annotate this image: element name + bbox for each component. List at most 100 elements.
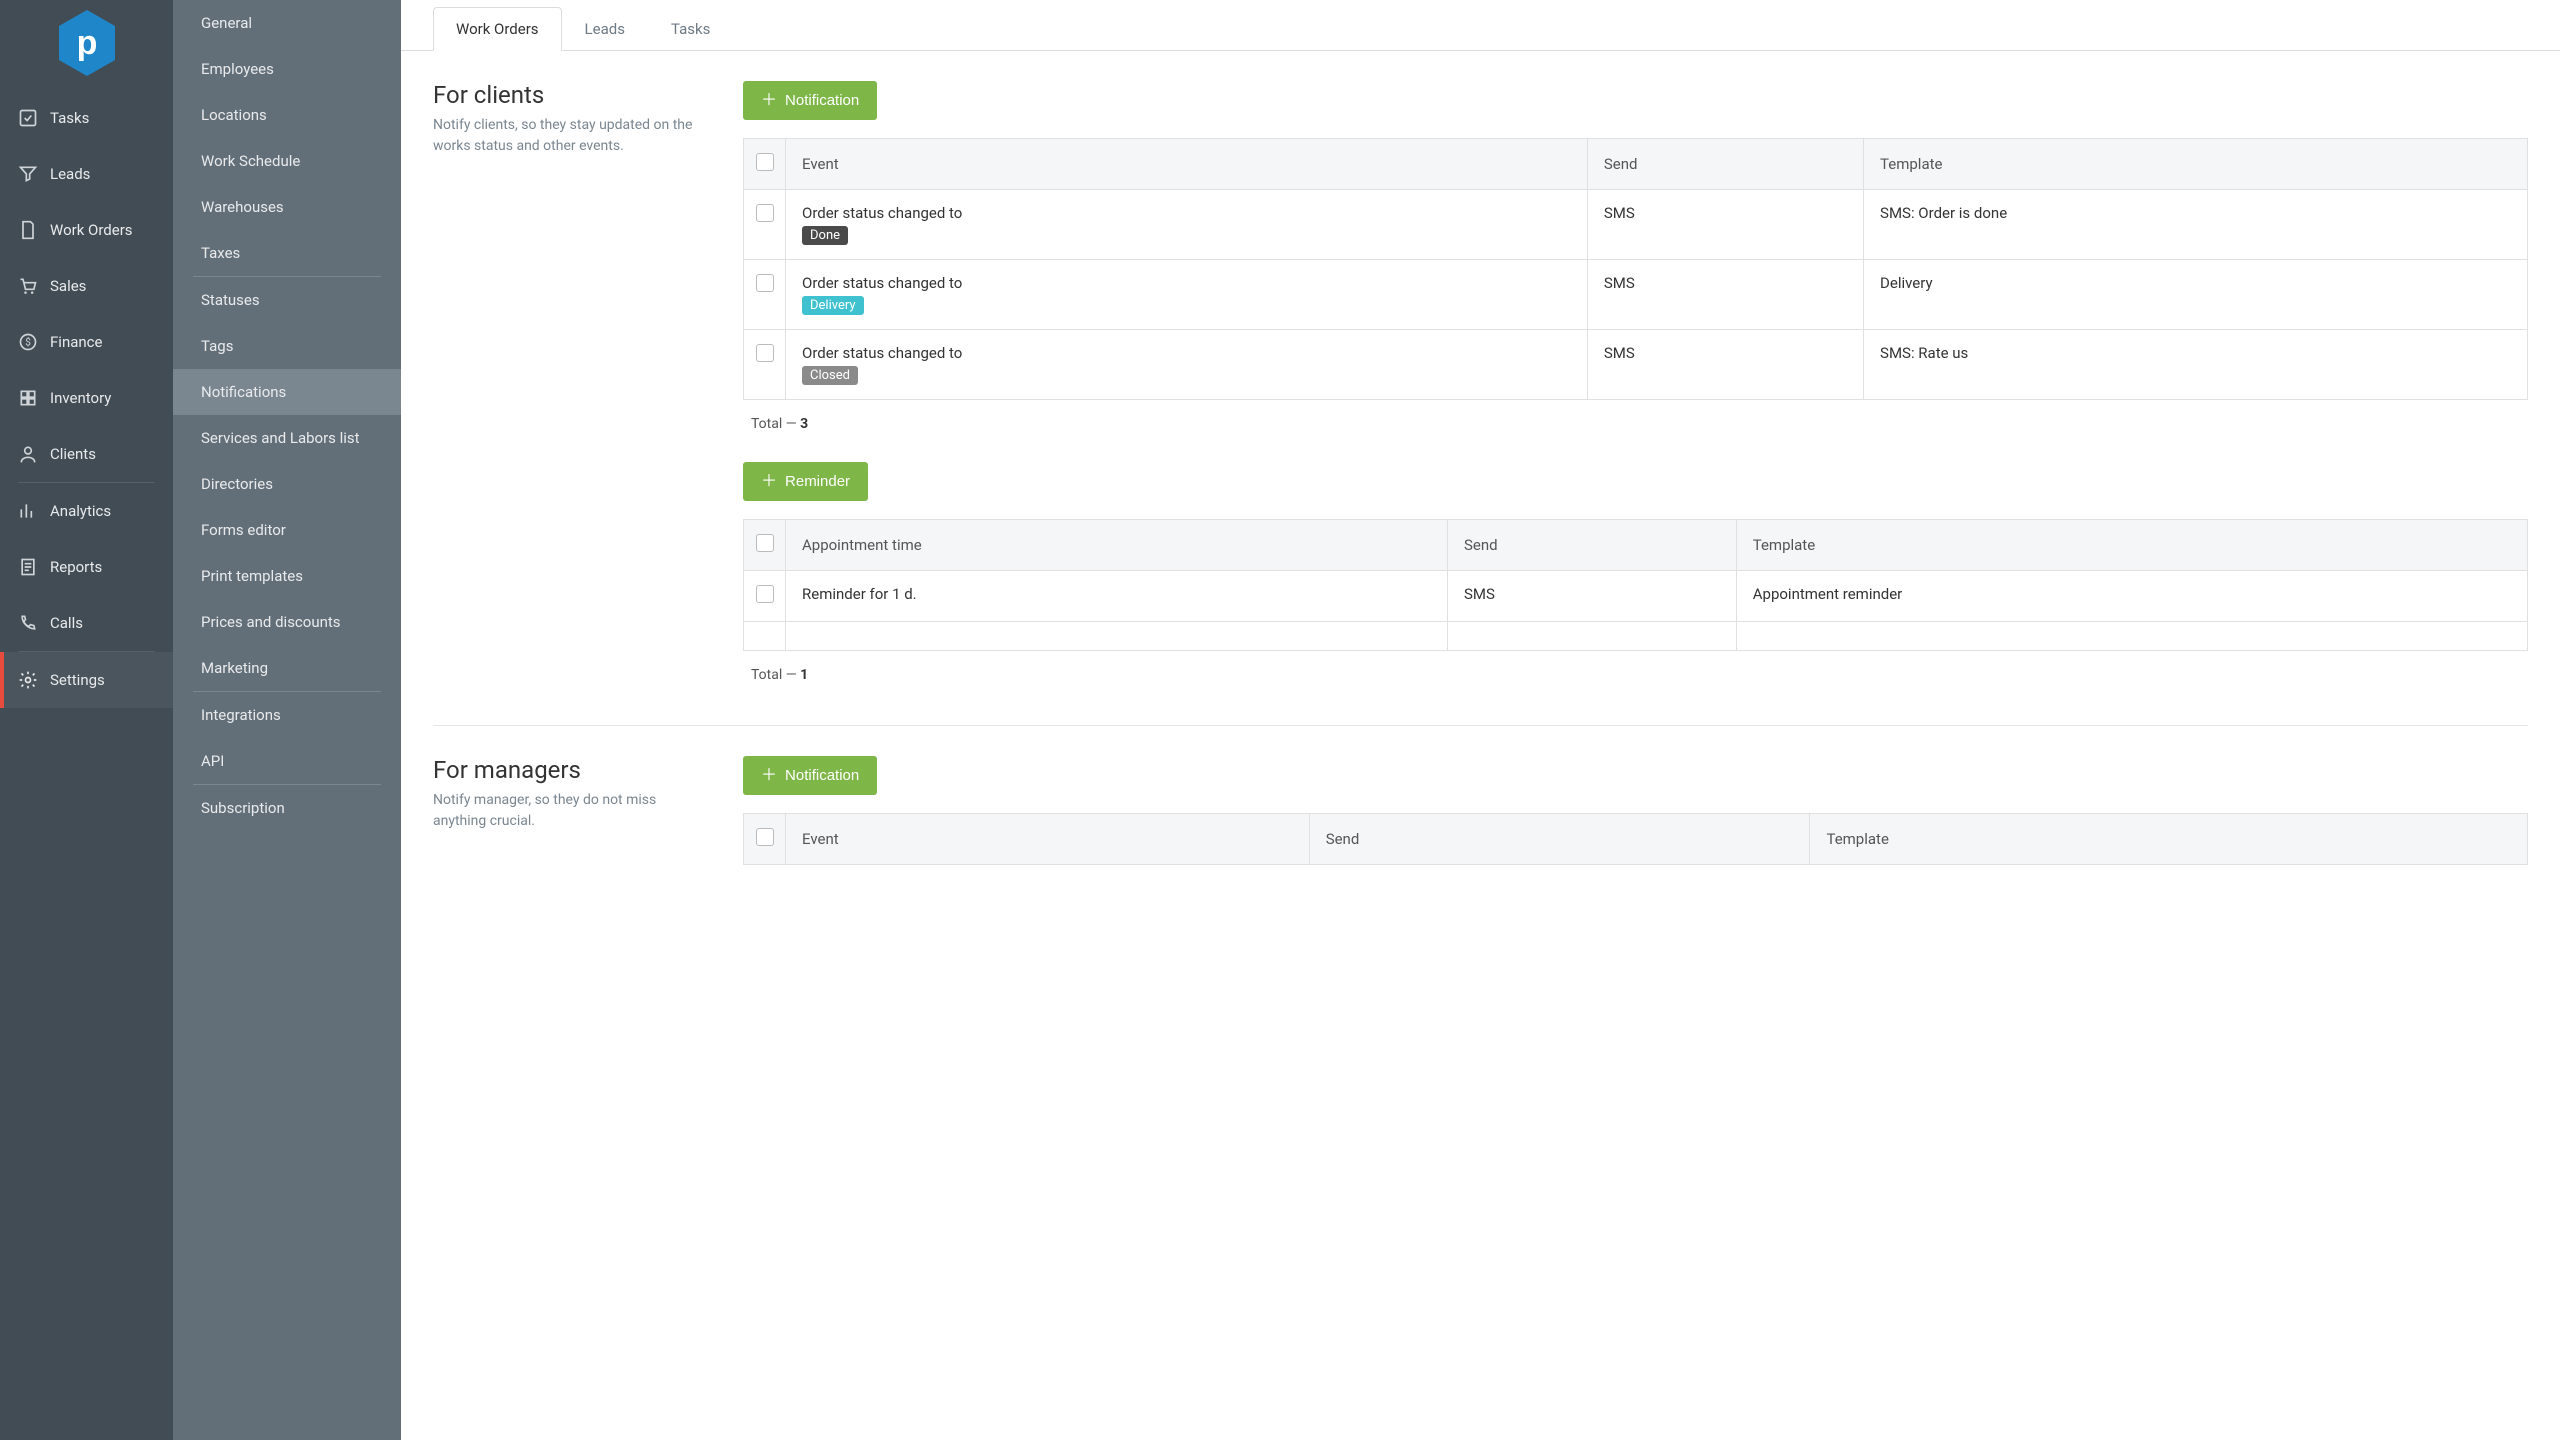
- event-text: Order status changed to: [802, 204, 962, 222]
- checkbox[interactable]: [756, 204, 774, 222]
- col-event: Event: [786, 814, 1310, 865]
- nav-label: Calls: [50, 614, 83, 632]
- nav-label: Reports: [50, 558, 102, 576]
- sub-prices-discounts[interactable]: Prices and discounts: [173, 599, 401, 645]
- template-cell: SMS: Order is done: [1864, 190, 2528, 260]
- nav-label: Sales: [50, 277, 86, 295]
- sub-tags[interactable]: Tags: [173, 323, 401, 369]
- nav-leads[interactable]: Leads: [0, 146, 173, 202]
- col-template: Template: [1810, 814, 2528, 865]
- sub-locations[interactable]: Locations: [173, 92, 401, 138]
- sidebar-secondary: General Employees Locations Work Schedul…: [173, 0, 401, 1440]
- nav-label: Finance: [50, 333, 102, 351]
- nav-label: Analytics: [50, 502, 111, 520]
- nav-tasks[interactable]: Tasks: [0, 90, 173, 146]
- checkbox[interactable]: [756, 585, 774, 603]
- nav-analytics[interactable]: Analytics: [0, 483, 173, 539]
- sub-statuses[interactable]: Statuses: [173, 277, 401, 323]
- sub-notifications[interactable]: Notifications: [173, 369, 401, 415]
- checkbox[interactable]: [756, 344, 774, 362]
- tab-work-orders[interactable]: Work Orders: [433, 7, 562, 51]
- plus-icon: ＋: [761, 474, 777, 490]
- reminders-table: Appointment time Send Template Reminder …: [743, 519, 2528, 651]
- sub-services-labors[interactable]: Services and Labors list: [173, 415, 401, 461]
- svg-text:$: $: [25, 335, 31, 348]
- col-send: Send: [1309, 814, 1810, 865]
- logo[interactable]: p: [0, 0, 173, 90]
- add-notification-button[interactable]: ＋ Notification: [743, 81, 877, 120]
- event-text: Order status changed to: [802, 274, 962, 292]
- sub-integrations[interactable]: Integrations: [173, 692, 401, 738]
- nav-settings[interactable]: Settings: [0, 652, 173, 708]
- phone-icon: [18, 613, 38, 633]
- total-notifications: Total — 3: [751, 416, 2528, 432]
- sub-directories[interactable]: Directories: [173, 461, 401, 507]
- nav-finance[interactable]: $ Finance: [0, 314, 173, 370]
- nav-calls[interactable]: Calls: [0, 595, 173, 651]
- sub-employees[interactable]: Employees: [173, 46, 401, 92]
- section-desc-managers: Notify manager, so they do not miss anyt…: [433, 790, 703, 832]
- report-icon: [18, 557, 38, 577]
- tabs: Work Orders Leads Tasks: [401, 0, 2560, 51]
- sub-forms-editor[interactable]: Forms editor: [173, 507, 401, 553]
- event-cell: Reminder for 1 d.: [786, 571, 1448, 622]
- nav-label: Inventory: [50, 389, 111, 407]
- nav-label: Work Orders: [50, 221, 133, 239]
- notifications-table: Event Send Template Order status changed…: [743, 138, 2528, 400]
- dollar-icon: $: [18, 332, 38, 352]
- sub-print-templates[interactable]: Print templates: [173, 553, 401, 599]
- sub-marketing[interactable]: Marketing: [173, 645, 401, 691]
- checkbox-all[interactable]: [756, 153, 774, 171]
- col-send: Send: [1448, 520, 1737, 571]
- nav-sales[interactable]: Sales: [0, 258, 173, 314]
- checkbox[interactable]: [756, 274, 774, 292]
- tab-leads[interactable]: Leads: [562, 7, 648, 51]
- button-label: Notification: [785, 92, 859, 109]
- cart-icon: [18, 276, 38, 296]
- file-icon: [18, 220, 38, 240]
- check-square-icon: [18, 108, 38, 128]
- sub-taxes[interactable]: Taxes: [173, 230, 401, 276]
- checkbox-all[interactable]: [756, 534, 774, 552]
- section-desc-clients: Notify clients, so they stay updated on …: [433, 115, 703, 157]
- nav-clients[interactable]: Clients: [0, 426, 173, 482]
- sub-general[interactable]: General: [173, 0, 401, 46]
- plus-icon: ＋: [761, 93, 777, 109]
- gear-icon: [18, 670, 38, 690]
- send-cell: SMS: [1587, 190, 1863, 260]
- col-send: Send: [1587, 139, 1863, 190]
- nav-work-orders[interactable]: Work Orders: [0, 202, 173, 258]
- nav-label: Leads: [50, 165, 90, 183]
- nav-inventory[interactable]: Inventory: [0, 370, 173, 426]
- nav-reports[interactable]: Reports: [0, 539, 173, 595]
- table-row[interactable]: Reminder for 1 d. SMS Appointment remind…: [744, 571, 2528, 622]
- plus-icon: ＋: [761, 768, 777, 784]
- checkbox-all[interactable]: [756, 828, 774, 846]
- template-cell: Delivery: [1864, 260, 2528, 330]
- table-row[interactable]: Order status changed toDelivery SMS Deli…: [744, 260, 2528, 330]
- sub-work-schedule[interactable]: Work Schedule: [173, 138, 401, 184]
- status-pill-done: Done: [802, 226, 848, 245]
- sub-subscription[interactable]: Subscription: [173, 785, 401, 831]
- status-pill-closed: Closed: [802, 366, 858, 385]
- sub-warehouses[interactable]: Warehouses: [173, 184, 401, 230]
- sub-api[interactable]: API: [173, 738, 401, 784]
- add-reminder-button[interactable]: ＋Reminder: [743, 462, 868, 501]
- button-label: Notification: [785, 767, 859, 784]
- svg-text:p: p: [76, 24, 97, 62]
- col-appointment-time: Appointment time: [786, 520, 1448, 571]
- nav-label: Clients: [50, 445, 96, 463]
- send-cell: SMS: [1587, 330, 1863, 400]
- nav-label: Settings: [50, 671, 105, 689]
- section-divider: [433, 725, 2528, 726]
- section-title-clients: For clients: [433, 81, 703, 109]
- table-row[interactable]: Order status changed toClosed SMS SMS: R…: [744, 330, 2528, 400]
- event-text: Order status changed to: [802, 344, 962, 362]
- status-pill-delivery: Delivery: [802, 296, 864, 315]
- nav-label: Tasks: [50, 109, 89, 127]
- send-cell: SMS: [1448, 571, 1737, 622]
- funnel-icon: [18, 164, 38, 184]
- add-notification-button-managers[interactable]: ＋ Notification: [743, 756, 877, 795]
- tab-tasks[interactable]: Tasks: [648, 7, 733, 51]
- table-row[interactable]: Order status changed to Done SMS SMS: Ord…: [744, 190, 2528, 260]
